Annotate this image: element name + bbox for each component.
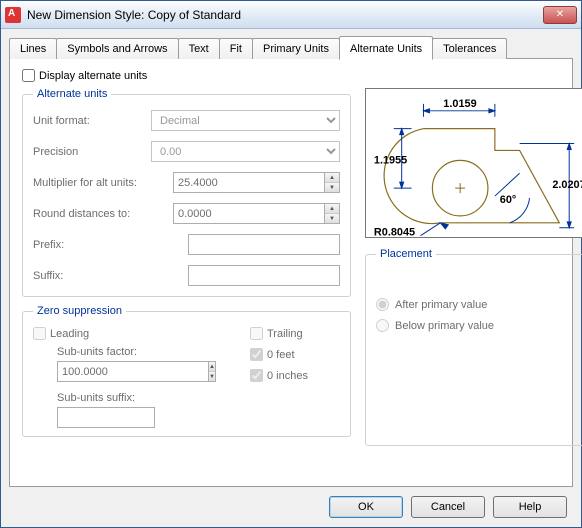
svg-text:R0.8045: R0.8045 <box>374 227 415 238</box>
sub-factor-input[interactable] <box>57 361 208 382</box>
svg-text:2.0207: 2.0207 <box>552 179 582 191</box>
svg-text:1.0159: 1.0159 <box>443 98 476 110</box>
after-primary-radio[interactable] <box>376 298 389 311</box>
tab-page-alternate-units: Display alternate units Alternate units … <box>9 58 573 487</box>
tab-text[interactable]: Text <box>178 38 220 59</box>
round-label: Round distances to: <box>33 208 173 220</box>
round-spinner[interactable]: ▲▼ <box>324 203 340 224</box>
prefix-label: Prefix: <box>33 239 151 251</box>
placement-group: Placement After primary value Below prim… <box>365 248 582 446</box>
tab-tolerances[interactable]: Tolerances <box>432 38 507 59</box>
cancel-button[interactable]: Cancel <box>411 496 485 518</box>
inches-label: 0 inches <box>267 370 308 382</box>
feet-label: 0 feet <box>267 349 295 361</box>
display-alternate-units-checkbox[interactable] <box>22 69 35 82</box>
precision-select[interactable]: 0.00 <box>151 141 340 162</box>
suffix-label: Suffix: <box>33 270 151 282</box>
titlebar: New Dimension Style: Copy of Standard ✕ <box>1 1 581 29</box>
sub-suffix-label: Sub-units suffix: <box>57 392 220 404</box>
prefix-input[interactable] <box>188 234 340 255</box>
svg-text:1.1955: 1.1955 <box>374 154 407 166</box>
tab-strip: Lines Symbols and Arrows Text Fit Primar… <box>9 35 573 59</box>
sub-suffix-input[interactable] <box>57 407 155 428</box>
suffix-input[interactable] <box>188 265 340 286</box>
preview-image: 1.0159 1.1955 2.0207 R0.8045 60° <box>365 88 582 238</box>
svg-text:60°: 60° <box>500 194 516 206</box>
feet-checkbox[interactable] <box>250 348 263 361</box>
inches-checkbox[interactable] <box>250 369 263 382</box>
sub-factor-spinner[interactable]: ▲▼ <box>208 361 216 382</box>
help-button[interactable]: Help <box>493 496 567 518</box>
dimension-style-dialog: New Dimension Style: Copy of Standard ✕ … <box>0 0 582 528</box>
leading-checkbox[interactable] <box>33 327 46 340</box>
app-icon <box>5 7 21 23</box>
ok-button[interactable]: OK <box>329 496 403 518</box>
tab-symbols-arrows[interactable]: Symbols and Arrows <box>56 38 178 59</box>
unit-format-label: Unit format: <box>33 115 151 127</box>
below-primary-radio[interactable] <box>376 319 389 332</box>
after-primary-label: After primary value <box>395 299 487 311</box>
multiplier-label: Multiplier for alt units: <box>33 177 173 189</box>
sub-factor-label: Sub-units factor: <box>57 346 220 358</box>
precision-label: Precision <box>33 146 151 158</box>
multiplier-spinner[interactable]: ▲▼ <box>324 172 340 193</box>
close-button[interactable]: ✕ <box>543 6 577 24</box>
window-title: New Dimension Style: Copy of Standard <box>27 8 543 22</box>
zero-suppression-legend: Zero suppression <box>33 305 126 317</box>
unit-format-select[interactable]: Decimal <box>151 110 340 131</box>
alternate-units-group: Alternate units Unit format: Decimal Pre… <box>22 88 351 297</box>
tab-alternate-units[interactable]: Alternate Units <box>339 36 433 60</box>
placement-legend: Placement <box>376 248 436 260</box>
alternate-units-legend: Alternate units <box>33 88 111 100</box>
tab-primary-units[interactable]: Primary Units <box>252 38 340 59</box>
trailing-checkbox[interactable] <box>250 327 263 340</box>
trailing-label: Trailing <box>267 328 303 340</box>
tab-fit[interactable]: Fit <box>219 38 253 59</box>
display-alternate-units-label: Display alternate units <box>39 70 147 82</box>
multiplier-input[interactable] <box>173 172 324 193</box>
below-primary-label: Below primary value <box>395 320 494 332</box>
zero-suppression-group: Zero suppression Leading Sub-units facto… <box>22 305 351 437</box>
round-input[interactable] <box>173 203 324 224</box>
leading-label: Leading <box>50 328 89 340</box>
dialog-footer: OK Cancel Help <box>1 487 581 527</box>
tab-lines[interactable]: Lines <box>9 38 57 59</box>
